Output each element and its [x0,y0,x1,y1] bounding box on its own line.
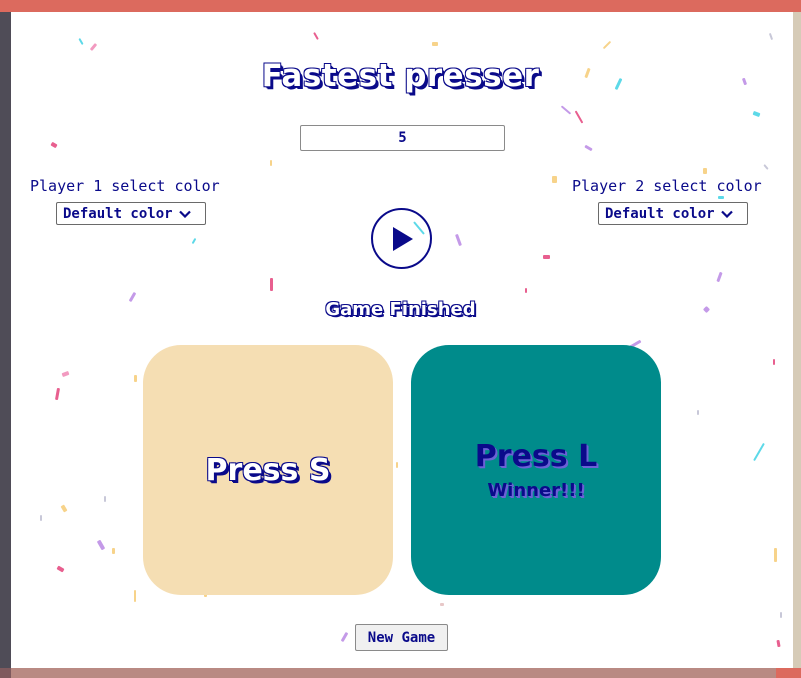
confetti-layer [0,0,801,678]
player-2-color-value: Default color [605,205,715,222]
confetti-piece [134,590,136,602]
confetti-piece [270,160,272,166]
confetti-piece [61,370,70,378]
confetti-piece [780,612,782,618]
play-icon [392,226,413,251]
player-2-color-label: Player 2 select color [572,177,762,195]
rounds-input[interactable] [300,125,505,151]
confetti-piece [54,387,61,401]
confetti-piece [340,631,349,643]
right-frame-bar [793,12,801,668]
player-2-press-pad[interactable]: Press L Winner!!! [411,345,661,595]
game-screen: Fastest presser Player 1 select color Pl… [0,0,801,678]
confetti-piece [584,144,593,152]
confetti-piece [552,176,557,183]
confetti-piece [763,164,769,170]
play-button[interactable] [371,208,432,269]
confetti-piece [525,288,527,293]
confetti-piece [602,40,612,50]
confetti-piece [50,141,58,149]
confetti-piece [455,233,462,247]
confetti-piece [96,539,106,551]
top-frame-bar [0,0,801,12]
bottom-frame-bar [0,668,801,678]
confetti-piece [89,42,98,52]
player-1-press-pad[interactable]: Press S [143,345,393,595]
confetti-piece [752,110,761,118]
confetti-piece [270,278,273,291]
confetti-piece [104,496,106,502]
chevron-down-icon [178,210,191,218]
confetti-piece [574,110,584,124]
confetti-piece [60,504,68,513]
confetti-piece [718,196,724,199]
confetti-piece [774,548,777,562]
bottom-right-frame-corner [776,668,801,678]
player-2-color-select[interactable]: Default color [598,202,748,225]
player-1-color-value: Default color [63,205,173,222]
confetti-piece [753,442,765,462]
confetti-piece [40,515,42,521]
confetti-piece [134,375,137,382]
new-game-button[interactable]: New Game [355,624,448,651]
confetti-piece [703,168,707,174]
confetti-piece [56,565,65,573]
confetti-piece [768,32,774,41]
confetti-piece [716,271,723,283]
confetti-piece [313,32,319,40]
confetti-piece [432,42,438,46]
bottom-left-frame-corner [0,668,11,678]
confetti-piece [78,37,84,46]
game-status: Game Finished [325,299,476,320]
confetti-piece [543,255,550,259]
confetti-piece [773,359,775,365]
winner-label: Winner!!! [487,480,585,501]
confetti-piece [396,462,398,468]
left-frame-bar [0,12,11,668]
confetti-piece [697,410,699,415]
chevron-down-icon [720,210,733,218]
confetti-piece [191,237,197,245]
player-1-color-label: Player 1 select color [30,177,220,195]
page-title: Fastest presser [261,58,540,94]
player-1-color-select[interactable]: Default color [56,202,206,225]
confetti-piece [776,639,781,648]
player-1-pad-label: Press S [205,452,331,488]
confetti-piece [560,105,572,115]
confetti-piece [112,548,115,554]
player-2-pad-label: Press L [474,439,598,474]
confetti-piece [440,603,444,606]
